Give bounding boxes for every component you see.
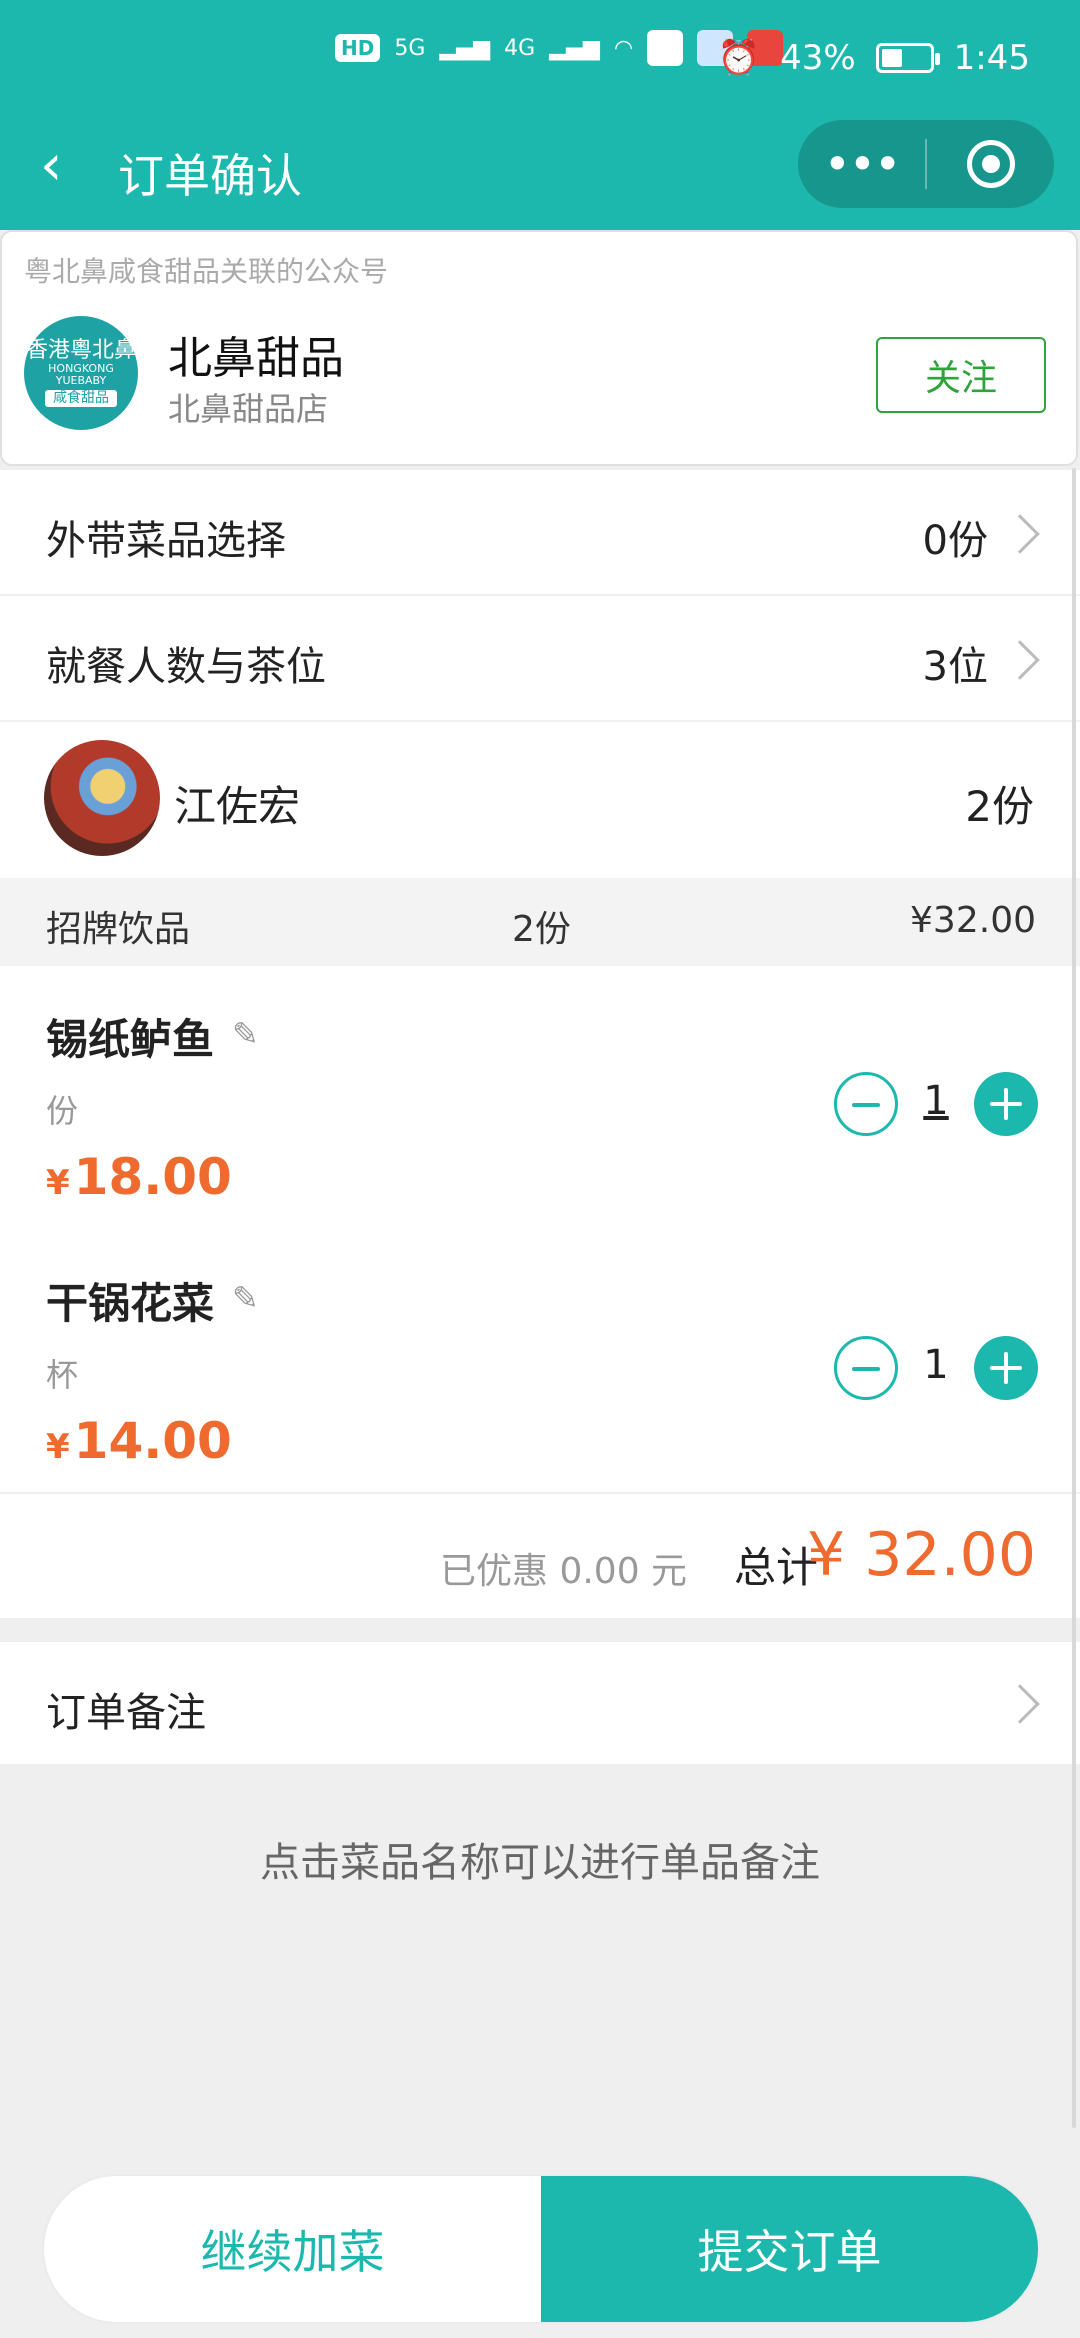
user-row bbox=[0, 722, 1080, 878]
battery-icon bbox=[875, 43, 940, 73]
user-name: 江佐宏 bbox=[174, 782, 301, 831]
official-account-card[interactable]: 粤北鼻咸食甜品关联的公众号 香港粵北鼻 HONGKONG YUEBABY 咸食甜… bbox=[0, 230, 1078, 466]
official-account-caption: 粤北鼻咸食甜品关联的公众号 bbox=[24, 255, 389, 288]
category-price: ¥32.00 bbox=[910, 900, 1036, 941]
mini-program-capsule: ••• bbox=[798, 120, 1054, 208]
avatar bbox=[44, 740, 160, 856]
logo-text-sub: 咸食甜品 bbox=[45, 389, 117, 408]
chevron-right-icon bbox=[1000, 1684, 1040, 1724]
bottom-action-bar: 继续加菜 提交订单 bbox=[44, 2176, 1038, 2322]
increment-button[interactable] bbox=[974, 1336, 1038, 1400]
dish-item: 锡纸鲈鱼 ✎ 份 ¥18.00 1 bbox=[0, 966, 1080, 1230]
hd-badge: HD bbox=[335, 34, 381, 62]
signal-icon: ▂▄▆ bbox=[439, 35, 491, 61]
diners-label: 就餐人数与茶位 bbox=[46, 644, 326, 690]
follow-button[interactable]: 关注 bbox=[876, 337, 1046, 413]
header: HD 5G ▂▄▆ 4G ▂▄▆ ◠ ⏰ 43% 1:45 ‹ 订单确认 ••• bbox=[0, 0, 1080, 230]
clock: 1:45 bbox=[953, 38, 1030, 78]
quantity-stepper: 1 bbox=[834, 1072, 1038, 1136]
total-label: 总计 bbox=[734, 1543, 819, 1592]
wifi-icon: ◠ bbox=[613, 35, 634, 61]
scrollbar[interactable] bbox=[1072, 468, 1076, 2128]
category-bar: 招牌饮品 2份 ¥32.00 bbox=[0, 878, 1080, 966]
order-note-label: 订单备注 bbox=[46, 1690, 206, 1736]
back-arrow-icon[interactable]: ‹ bbox=[40, 138, 62, 194]
takeaway-value: 0份 bbox=[922, 518, 988, 564]
dish-unit: 杯 bbox=[46, 1356, 79, 1394]
battery-percent: 43% bbox=[780, 38, 856, 78]
currency-symbol: ¥ bbox=[46, 1163, 70, 1203]
increment-button[interactable] bbox=[974, 1072, 1038, 1136]
total-row: 已优惠 0.00 元 总计 ¥ 32.00 bbox=[0, 1494, 1080, 1618]
quantity-value[interactable]: 1 bbox=[918, 1078, 954, 1124]
chevron-right-icon bbox=[1000, 640, 1040, 680]
dish-unit: 份 bbox=[46, 1092, 79, 1130]
dish-item: 干锅花菜 ✎ 杯 ¥14.00 1 bbox=[0, 1230, 1080, 1494]
dish-price: ¥14.00 bbox=[46, 1412, 232, 1470]
user-count: 2份 bbox=[965, 782, 1034, 831]
quantity-value[interactable]: 1 bbox=[918, 1342, 954, 1388]
alarm-icon: ⏰ bbox=[717, 38, 761, 78]
network-type-4g: 4G bbox=[504, 35, 536, 61]
hint-text: 点击菜品名称可以进行单品备注 bbox=[260, 1840, 820, 1886]
diners-row[interactable]: 就餐人数与茶位 3位 bbox=[0, 596, 1080, 720]
continue-adding-button[interactable]: 继续加菜 bbox=[44, 2176, 541, 2322]
total-value: ¥ 32.00 bbox=[806, 1520, 1036, 1590]
pencil-edit-icon[interactable]: ✎ bbox=[232, 1018, 266, 1052]
more-dots-icon[interactable]: ••• bbox=[798, 141, 925, 187]
official-account-subtitle: 北鼻甜品店 bbox=[168, 390, 329, 428]
logo-text: 香港粵北鼻 bbox=[25, 337, 136, 363]
page-title: 订单确认 bbox=[118, 149, 302, 203]
takeaway-row[interactable]: 外带菜品选择 0份 bbox=[0, 470, 1080, 594]
dish-price-value: 18.00 bbox=[73, 1148, 232, 1206]
pencil-edit-icon[interactable]: ✎ bbox=[232, 1282, 266, 1316]
nav-bar: ‹ 订单确认 ••• bbox=[0, 120, 1080, 230]
network-type-5g: 5G bbox=[394, 35, 426, 61]
decrement-button[interactable] bbox=[834, 1336, 898, 1400]
logo-text-en: HONGKONG YUEBABY bbox=[48, 361, 114, 387]
target-dot bbox=[981, 155, 1000, 173]
currency-symbol: ¥ bbox=[46, 1427, 70, 1467]
target-icon[interactable] bbox=[927, 140, 1054, 188]
takeaway-label: 外带菜品选择 bbox=[46, 518, 286, 564]
dish-price: ¥18.00 bbox=[46, 1148, 232, 1206]
official-account-logo: 香港粵北鼻 HONGKONG YUEBABY 咸食甜品 bbox=[24, 316, 138, 430]
battery-fill bbox=[881, 49, 902, 67]
chevron-right-icon bbox=[1000, 514, 1040, 554]
category-name: 招牌饮品 bbox=[46, 909, 191, 950]
dish-price-value: 14.00 bbox=[73, 1412, 232, 1470]
status-right: ⏰ 43% 1:45 bbox=[718, 38, 1030, 78]
status-left: HD 5G ▂▄▆ 4G ▂▄▆ ◠ bbox=[335, 30, 784, 66]
app-notification-icon bbox=[647, 30, 684, 66]
dish-name[interactable]: 锡纸鲈鱼 bbox=[46, 1006, 214, 1067]
category-qty: 2份 bbox=[512, 909, 571, 950]
official-account-name: 北鼻甜品 bbox=[168, 333, 344, 384]
decrement-button[interactable] bbox=[834, 1072, 898, 1136]
target-ring bbox=[966, 140, 1015, 188]
signal-icon: ▂▄▆ bbox=[549, 35, 600, 61]
order-note-row[interactable]: 订单备注 bbox=[0, 1642, 1080, 1764]
quantity-stepper: 1 bbox=[834, 1336, 1038, 1400]
discount-text: 已优惠 0.00 元 bbox=[440, 1551, 688, 1592]
dish-name[interactable]: 干锅花菜 bbox=[46, 1270, 214, 1331]
status-bar: HD 5G ▂▄▆ 4G ▂▄▆ ◠ ⏰ 43% 1:45 bbox=[0, 0, 1080, 120]
submit-order-button[interactable]: 提交订单 bbox=[541, 2176, 1038, 2322]
diners-value: 3位 bbox=[922, 644, 988, 690]
